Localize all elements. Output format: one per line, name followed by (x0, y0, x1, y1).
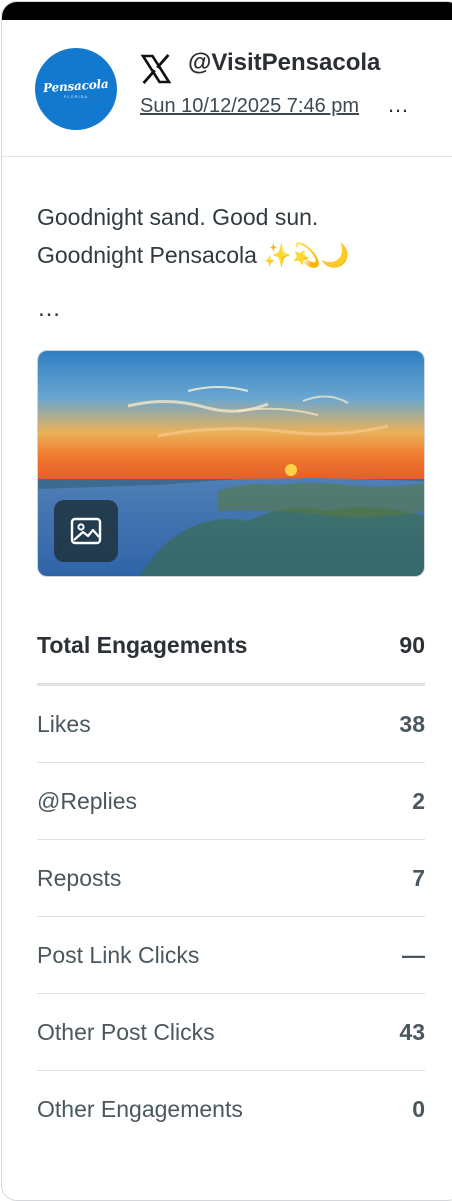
timestamp-ellipsis: … (387, 92, 410, 117)
metric-value: 2 (412, 787, 425, 814)
metric-row: Likes 38 (37, 686, 425, 763)
metric-label: Other Post Clicks (37, 1018, 215, 1045)
post-card: Pensacola FLORIDA @VisitPensacola Sun 10… (1, 1, 452, 1201)
post-text-line: Goodnight sand. Good sun. (37, 204, 319, 230)
post-text: Goodnight sand. Good sun. Goodnight Pens… (37, 198, 349, 274)
post-header: Pensacola FLORIDA @VisitPensacola Sun 10… (2, 20, 452, 157)
account-handle[interactable]: @VisitPensacola (188, 49, 380, 77)
card-top-bar (2, 2, 452, 20)
metric-value: 7 (412, 864, 425, 891)
image-icon (70, 517, 102, 545)
avatar-logo-text: Pensacola (42, 76, 110, 96)
x-logo-icon (140, 54, 172, 84)
media-type-badge (54, 500, 118, 562)
post-timestamp-link[interactable]: Sun 10/12/2025 7:46 pm (140, 95, 359, 118)
metric-value: — (402, 941, 425, 968)
metric-value: 43 (399, 1018, 425, 1045)
metric-row: Reposts 7 (37, 840, 425, 917)
metric-label: Other Engagements (37, 1096, 243, 1122)
post-image[interactable] (37, 350, 425, 577)
engagement-metrics: Total Engagements 90 Likes 38 @Replies 2… (37, 607, 425, 1148)
post-more-ellipsis[interactable]: … (37, 295, 63, 323)
metric-label: Post Link Clicks (37, 941, 200, 968)
metric-label: Total Engagements (37, 631, 248, 658)
metric-value: 38 (399, 710, 425, 737)
metric-row: Other Engagements 0 (37, 1071, 425, 1148)
metric-row: Post Link Clicks — (37, 917, 425, 994)
metric-value: 0 (412, 1096, 425, 1122)
avatar[interactable]: Pensacola FLORIDA (35, 48, 117, 130)
metric-row: Other Post Clicks 43 (37, 994, 425, 1071)
metric-value: 90 (399, 631, 425, 658)
avatar-logo-subtext: FLORIDA (63, 94, 89, 99)
metric-row: @Replies 2 (37, 763, 425, 840)
metric-label: Reposts (37, 864, 122, 891)
metric-label: @Replies (37, 787, 138, 814)
metric-row-total: Total Engagements 90 (37, 607, 425, 686)
metric-label: Likes (37, 710, 91, 737)
post-text-line: Goodnight Pensacola ✨💫🌙 (37, 242, 350, 268)
